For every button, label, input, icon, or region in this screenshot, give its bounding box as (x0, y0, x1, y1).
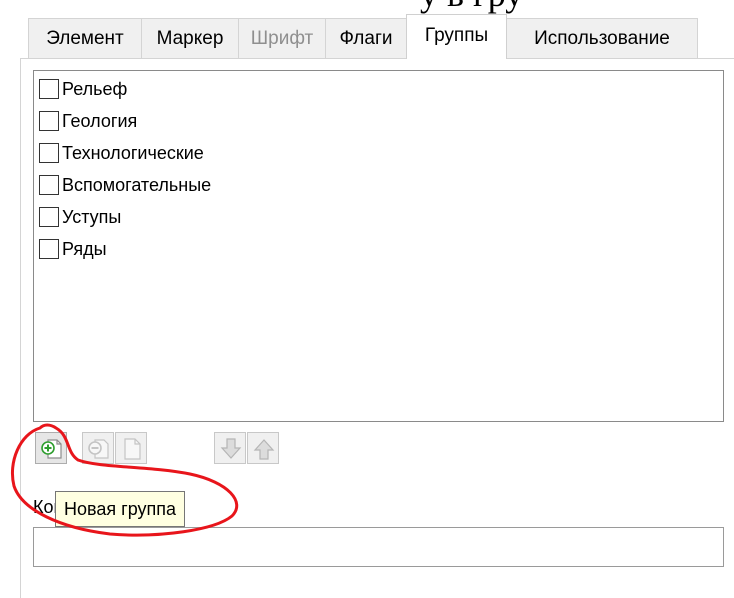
move-up-button[interactable] (247, 432, 279, 464)
group-label: Технологические (62, 142, 204, 163)
tab-flags[interactable]: Флаги (325, 18, 407, 58)
comment-input[interactable] (33, 527, 724, 567)
arrow-up-icon (253, 439, 275, 460)
checkbox[interactable] (39, 143, 59, 163)
tab-groups[interactable]: Группы (406, 14, 507, 59)
remove-group-button[interactable] (82, 432, 114, 464)
tab-usage[interactable]: Использование (506, 18, 698, 58)
group-item-relief[interactable]: Рельеф (39, 77, 127, 101)
new-group-tooltip: Новая группа (55, 491, 186, 527)
group-label: Рельеф (62, 78, 128, 99)
document-button[interactable] (115, 432, 147, 464)
group-label: Геология (62, 110, 138, 131)
tab-strip: Элемент Маркер Шрифт Флаги Группы Исполь… (28, 14, 734, 59)
new-group-button[interactable] (35, 432, 67, 464)
group-item-benches[interactable]: Уступы (39, 205, 121, 229)
groups-checklist[interactable]: Рельеф Геология Технологические Вспомога… (33, 70, 724, 422)
group-label: Вспомогательные (62, 174, 212, 195)
tab-element[interactable]: Элемент (28, 18, 142, 58)
checkbox[interactable] (39, 207, 59, 227)
group-item-technological[interactable]: Технологические (39, 141, 204, 165)
checkbox[interactable] (39, 79, 59, 99)
checkbox[interactable] (39, 175, 59, 195)
group-item-rows[interactable]: Ряды (39, 237, 107, 261)
group-item-geology[interactable]: Геология (39, 109, 137, 133)
group-label: Уступы (62, 206, 122, 227)
checkbox[interactable] (39, 111, 59, 131)
move-down-button[interactable] (214, 432, 246, 464)
partial-page-heading: у в гру (420, 0, 523, 12)
document-icon (124, 438, 141, 460)
arrow-down-icon (220, 438, 242, 459)
add-group-icon (41, 439, 62, 459)
checkbox[interactable] (39, 239, 59, 259)
tab-marker[interactable]: Маркер (141, 18, 239, 58)
remove-group-icon (88, 439, 109, 459)
group-item-auxiliary[interactable]: Вспомогательные (39, 173, 211, 197)
tab-font[interactable]: Шрифт (238, 18, 326, 58)
group-label: Ряды (62, 238, 107, 259)
